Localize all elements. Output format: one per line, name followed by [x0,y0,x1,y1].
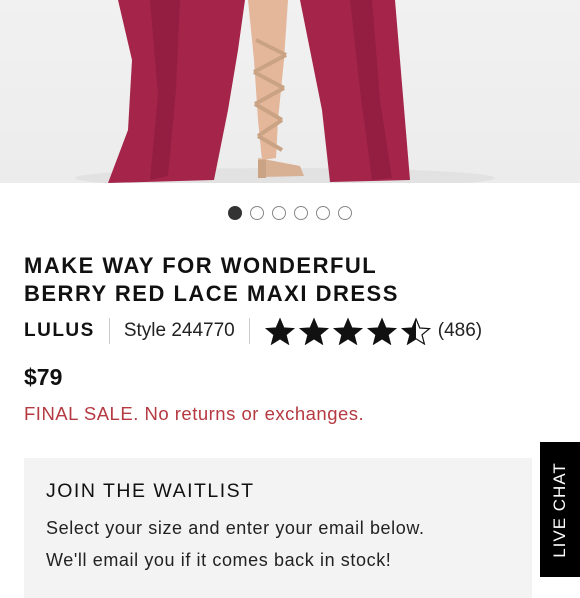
divider [108,318,110,344]
product-title-line1: MAKE WAY FOR WONDERFUL [24,253,378,278]
waitlist-description: Select your size and enter your email be… [46,512,516,576]
rating-stars[interactable] [264,317,432,345]
final-sale-notice: FINAL SALE. No returns or exchanges. [24,403,365,424]
product-image[interactable] [0,0,580,183]
carousel-indicators [0,203,580,223]
product-title: MAKE WAY FOR WONDERFUL BERRY RED LACE MA… [24,252,544,308]
product-price: $79 [24,364,63,390]
divider [248,318,250,344]
waitlist-line1: Select your size and enter your email be… [46,518,425,538]
product-meta: LULUS Style 244770 (486) [24,316,482,346]
product-title-line2: BERRY RED LACE MAXI DRESS [24,281,399,306]
carousel-dot[interactable] [294,206,308,220]
live-chat-button[interactable]: LIVE CHAT [540,442,580,577]
waitlist-title: JOIN THE WAITLIST [46,480,255,502]
style-number: Style 244770 [123,320,235,341]
carousel-dot[interactable] [338,206,352,220]
live-chat-label: LIVE CHAT [550,461,569,558]
star-icon [264,317,295,345]
brand-link[interactable]: LULUS [24,320,95,342]
carousel-dot[interactable] [272,206,286,220]
dress-photo [75,0,495,183]
star-icon [298,317,329,345]
waitlist-panel: JOIN THE WAITLIST Select your size and e… [24,458,532,598]
carousel-dot[interactable] [316,206,330,220]
carousel-dot[interactable] [250,206,264,220]
review-count[interactable]: (486) [438,320,482,342]
carousel-dot[interactable] [228,206,242,220]
star-icon [332,317,363,345]
star-icon [400,317,431,345]
star-icon [366,317,397,345]
waitlist-line2: We'll email you if it comes back in stoc… [46,550,392,570]
